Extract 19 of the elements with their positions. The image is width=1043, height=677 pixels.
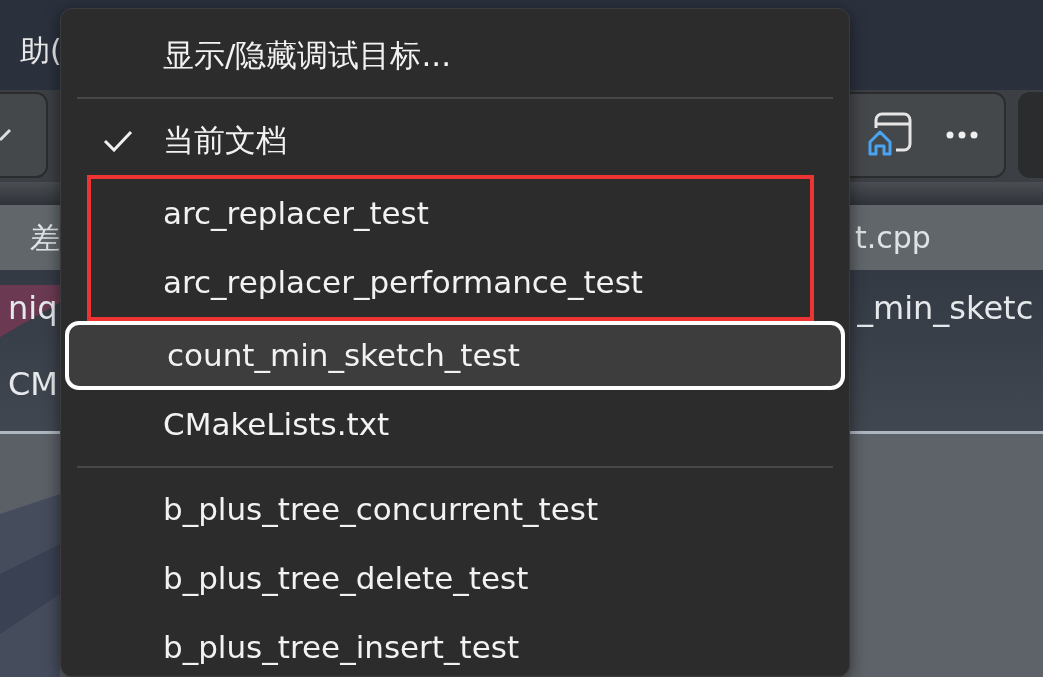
more-icon[interactable] xyxy=(946,131,978,139)
check-icon xyxy=(103,129,133,152)
code-text: _min_sketc xyxy=(857,288,1035,329)
menu-item[interactable]: arc_replacer_test xyxy=(95,179,806,248)
menu-item[interactable]: 显示/隐藏调试目标... xyxy=(65,21,845,90)
code-text: CM xyxy=(8,364,58,405)
menu-item[interactable]: count_min_sketch_test xyxy=(65,321,845,390)
menu-item[interactable]: 助( xyxy=(20,33,62,68)
menu-item[interactable]: b_plus_tree_concurrent_test xyxy=(65,475,845,544)
menu-item[interactable]: b_plus_tree_delete_test xyxy=(65,544,845,613)
chevron-icon xyxy=(0,126,12,144)
menu-item[interactable]: b_plus_tree_insert_test xyxy=(65,613,845,676)
menu-item[interactable]: arc_replacer_performance_test xyxy=(95,248,806,317)
home-window-icon[interactable] xyxy=(868,112,912,158)
code-text: niq xyxy=(8,288,58,329)
menu-item[interactable]: 当前文档 xyxy=(65,106,845,175)
file-tab[interactable]: 差 xyxy=(30,215,60,260)
menu-item[interactable]: CMakeLists.txt xyxy=(65,390,845,459)
file-tab[interactable]: t.cpp xyxy=(855,215,1043,260)
